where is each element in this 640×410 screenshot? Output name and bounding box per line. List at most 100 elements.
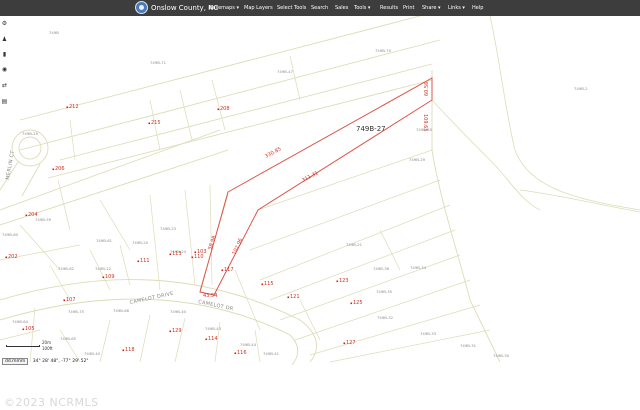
trash-icon[interactable]: ▤	[1, 98, 8, 105]
lot-line	[29, 307, 36, 363]
road-edge	[431, 70, 501, 363]
coordinate-readout: dd.mmm 34° 28' 48", -77° 29' 52"	[2, 358, 88, 365]
address-point-marker	[22, 328, 25, 331]
address-point-marker	[52, 168, 55, 171]
address-point-marker	[66, 106, 69, 109]
lot-line	[19, 224, 61, 271]
address-point-marker	[217, 108, 220, 111]
scale-metric-label: 20m	[42, 340, 51, 345]
parcel-id-label: 749B-64	[12, 319, 29, 324]
house-number-label: 215	[151, 120, 161, 126]
address-point-marker	[287, 296, 290, 299]
parcel-id-label: 749B-35	[376, 289, 393, 294]
parcel-id-label: 749B-21	[346, 242, 363, 247]
scale-bar: 20m 100ft	[6, 340, 53, 352]
dimension-label: 58.98	[207, 235, 218, 251]
person-icon[interactable]: ♟	[1, 36, 8, 43]
parcel-id-label: 749B-23	[160, 226, 177, 231]
lot-line	[209, 184, 213, 286]
parcel-id-label: 749B-44	[240, 342, 257, 347]
lot-line	[379, 229, 401, 271]
location-pin-icon[interactable]: ◉	[1, 66, 8, 73]
menu-sales[interactable]: Sales	[335, 2, 348, 14]
house-number-label: 127	[346, 340, 356, 346]
lot-line	[234, 269, 261, 331]
lot-line	[309, 304, 481, 356]
house-number-label: 204	[28, 212, 38, 218]
lot-line	[139, 314, 151, 363]
map-canvas: 749B-27 330.85 311.31 60.56 109.65 43.54…	[0, 16, 640, 366]
dimension-label: 60.56	[424, 82, 430, 96]
menu-tools[interactable]: Tools ▾	[354, 2, 370, 14]
house-number-label: 118	[125, 347, 135, 353]
street-label: MERLIN CT	[5, 149, 16, 180]
address-point-marker	[137, 260, 140, 263]
house-number-label: 109	[105, 274, 115, 280]
menu-print[interactable]: Print	[403, 2, 415, 14]
parcel-id-label: 749B-66	[113, 308, 130, 313]
address-point-marker	[194, 251, 197, 254]
parcel-map[interactable]: 749B-27 330.85 311.31 60.56 109.65 43.54…	[0, 16, 640, 410]
dimension-label: 43.54	[203, 293, 217, 299]
address-point-marker	[350, 302, 353, 305]
lot-line	[149, 194, 161, 291]
lot-line	[99, 319, 111, 363]
address-point-marker	[191, 256, 194, 259]
parcel-id-label: 749B-62	[58, 266, 75, 271]
address-point-marker	[343, 342, 346, 345]
lot-line	[184, 189, 196, 286]
street-label: CAMELOT DRIVE	[129, 291, 174, 306]
lot-line	[174, 317, 186, 363]
parcel-id-label: 749B-31	[460, 343, 477, 348]
address-point-marker	[221, 269, 224, 272]
address-point-marker	[261, 283, 264, 286]
house-number-label: 206	[55, 166, 65, 172]
top-navigation-bar: Onslow County, NC Basemaps ▾ Map Layers …	[0, 0, 640, 16]
lot-line	[257, 149, 433, 211]
parcel-id-label: 749B-36	[373, 266, 390, 271]
coordinate-units-select[interactable]: dd.mmm	[2, 358, 29, 365]
menu-help[interactable]: Help	[472, 2, 483, 14]
parcel-id-label: 749B-34	[410, 265, 427, 270]
parcel-id-label: 749B-20	[132, 240, 149, 245]
house-number-label: 107	[66, 297, 76, 303]
lot-line	[289, 55, 301, 101]
menu-links[interactable]: Links ▾	[448, 2, 465, 14]
menu-basemaps[interactable]: Basemaps ▾	[209, 2, 239, 14]
parcel-id-label: 749B-40	[170, 309, 187, 314]
address-point-marker	[234, 352, 237, 355]
street-label: CAMELOT DR	[198, 299, 235, 312]
parcel-id-label: 749B	[49, 30, 59, 35]
parcel-boundary	[489, 16, 640, 211]
menu-map-layers[interactable]: Map Layers	[244, 2, 273, 14]
lot-line	[299, 299, 321, 341]
menu-select-tools[interactable]: Select Tools	[277, 2, 306, 14]
parcel-id-label: 749B-30	[493, 353, 510, 358]
selected-parcel-outline	[199, 77, 433, 296]
parcel-id-label: 749B-25	[22, 131, 39, 136]
address-point-marker	[63, 299, 66, 302]
parcel-id-label: 749B-32	[377, 315, 394, 320]
measure-icon[interactable]: ⇄	[1, 82, 8, 89]
house-number-label: 208	[220, 106, 230, 112]
gear-icon[interactable]: ⚙	[1, 20, 8, 27]
parcel-id-label: 749B-75	[68, 309, 85, 314]
house-number-label: 116	[237, 350, 247, 356]
scale-bar-line	[6, 345, 40, 347]
lot-line	[249, 179, 441, 251]
parcel-boundary	[431, 99, 541, 211]
lot-line	[119, 244, 131, 286]
house-number-label: 121	[290, 294, 300, 300]
house-number-label: 105	[25, 326, 35, 332]
map-tool-strip: ⚙ ♟ ▮ ◉ ⇄ ▤	[0, 16, 9, 112]
menu-share[interactable]: Share ▾	[422, 2, 441, 14]
parcel-id-label: 749B-47	[277, 69, 294, 74]
county-seal-logo	[135, 1, 148, 14]
dimension-label: 102.96	[231, 237, 244, 255]
parcel-id-label: 749B-43	[205, 326, 222, 331]
road-edge	[59, 63, 433, 161]
menu-results[interactable]: Results	[380, 2, 398, 14]
address-point-marker	[169, 330, 172, 333]
binoculars-icon[interactable]: ▮	[1, 51, 8, 58]
menu-search[interactable]: Search	[311, 2, 328, 14]
